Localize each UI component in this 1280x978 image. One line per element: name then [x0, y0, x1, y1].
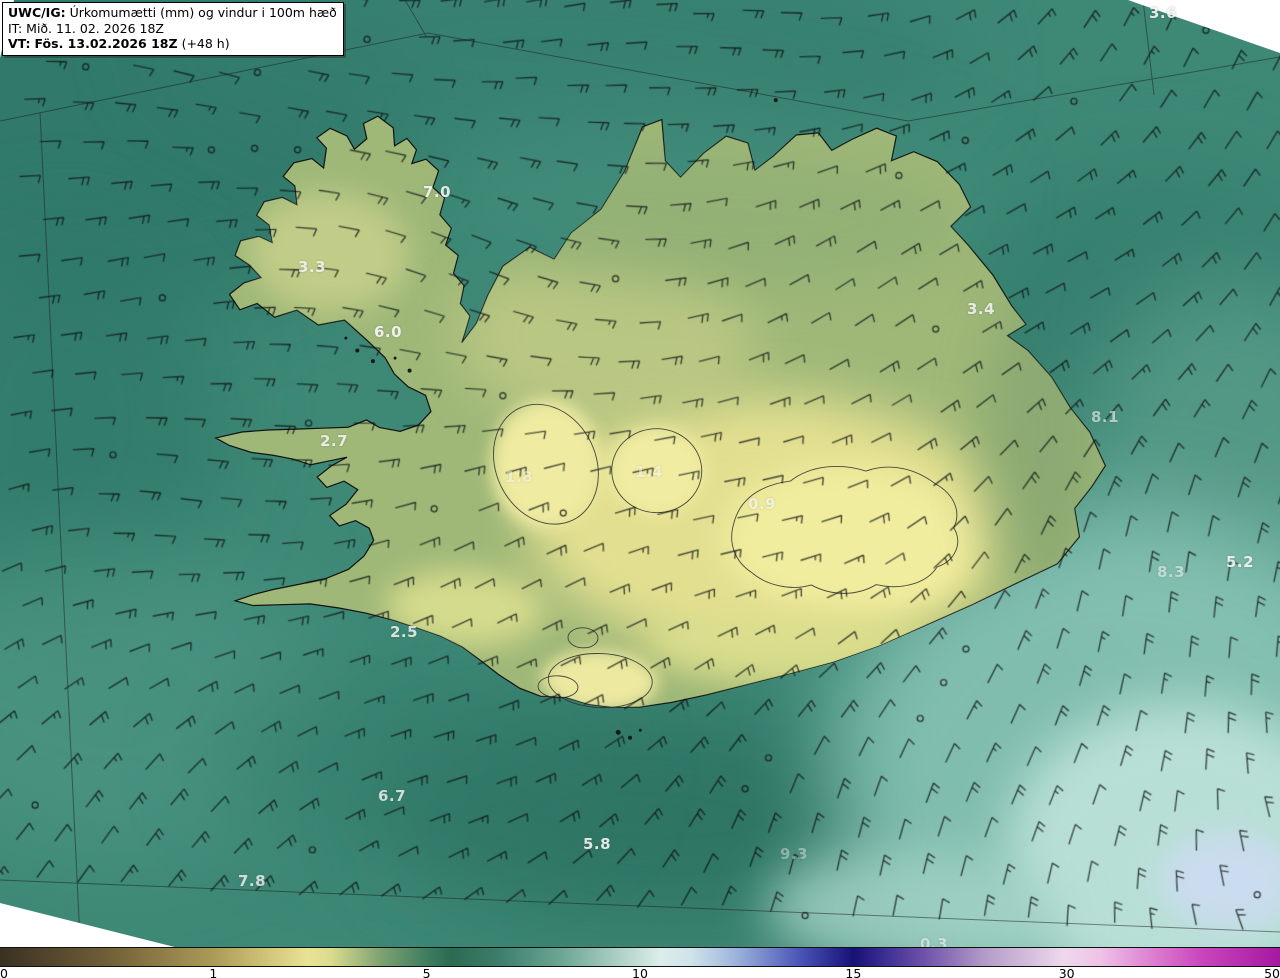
init-time-value: Mið. 11. 02. 2026 18Z	[26, 20, 164, 36]
colorbar-tick: 5	[422, 966, 431, 978]
wind-barbs-canvas	[0, 0, 1280, 978]
colorbar-ticks: 0 1 5 10 15 30 50	[0, 966, 1280, 978]
colorbar-tick: 50	[1264, 966, 1280, 978]
colorbar-tick: 15	[845, 966, 862, 978]
product-title: Úrkomumætti (mm) og vindur i 100m hæð	[69, 5, 337, 20]
valid-time-value: Fös. 13.02.2026 18Z	[34, 36, 178, 51]
colorbar-tick: 1	[209, 966, 218, 978]
colorbar: 0 1 5 10 15 30 50	[0, 947, 1280, 978]
colorbar-tick: 30	[1058, 966, 1075, 978]
forecast-lead: (+48 h)	[181, 36, 230, 51]
valid-time-label: VT:	[8, 36, 31, 51]
title-line-3: VT: Fös. 13.02.2026 18Z (+48 h)	[8, 36, 337, 52]
title-line-2: IT: Mið. 11. 02. 2026 18Z	[8, 21, 337, 37]
weather-map: 3.6 7.0 3.3 6.0 3.4 8.1 2.7 1.8 1.4 0.9 5.2 8.3 2.5 6…	[0, 0, 1280, 978]
colorbar-tick: 10	[632, 966, 648, 978]
init-time-label: IT:	[8, 20, 23, 36]
map-rotated-layer	[0, 0, 1280, 978]
colorbar-tick: 0	[0, 966, 8, 978]
colorbar-gradient	[0, 947, 1280, 967]
title-line-1: UWC/IG: Úrkomumætti (mm) og vindur i 100…	[8, 5, 337, 21]
title-box: UWC/IG: Úrkomumætti (mm) og vindur i 100…	[2, 2, 344, 56]
product-id: UWC/IG:	[8, 5, 66, 20]
